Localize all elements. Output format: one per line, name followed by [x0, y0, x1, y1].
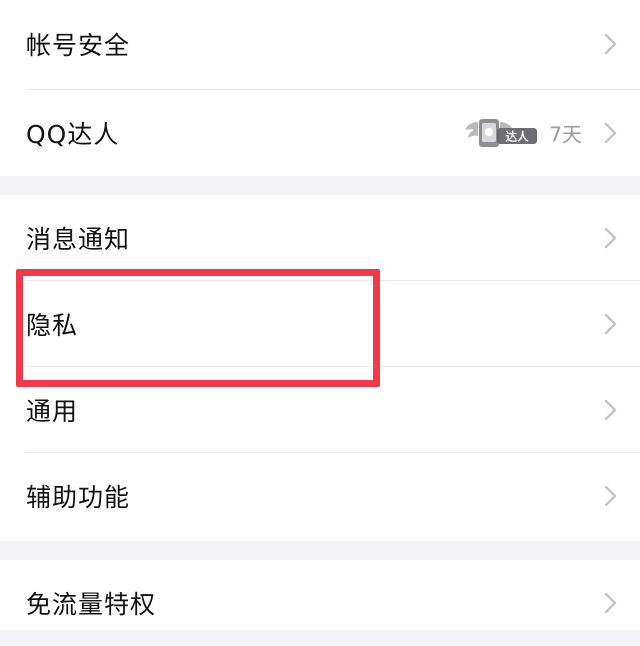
- settings-row-label: 消息通知: [26, 225, 131, 254]
- settings-row-qq-expert[interactable]: QQ达人 达人 7天: [0, 90, 640, 176]
- settings-group-general: 消息通知 隐私 通用 辅助功能: [0, 195, 640, 541]
- settings-row-privacy[interactable]: 隐私: [0, 281, 640, 367]
- settings-row-notifications[interactable]: 消息通知: [0, 195, 640, 281]
- settings-group-data: 免流量特权: [0, 560, 640, 630]
- settings-row-label: 免流量特权: [26, 590, 157, 619]
- chevron-right-icon: [604, 122, 617, 144]
- chevron-right-icon: [604, 227, 617, 249]
- chevron-right-icon: [604, 485, 617, 507]
- chevron-right-icon: [604, 592, 617, 614]
- settings-row-general[interactable]: 通用: [0, 367, 640, 453]
- settings-row-label: 隐私: [26, 311, 79, 340]
- settings-group-account: 帐号安全 QQ达人 达人 7天: [0, 0, 640, 176]
- settings-row-label: 帐号安全: [26, 31, 131, 60]
- settings-row-label: 辅助功能: [26, 483, 131, 512]
- qq-expert-badge-label: 达人: [506, 130, 529, 144]
- settings-row-label: QQ达人: [26, 120, 120, 149]
- settings-row-free-data[interactable]: 免流量特权: [0, 560, 640, 646]
- chevron-right-icon: [604, 33, 617, 55]
- settings-row-label: 通用: [26, 397, 79, 426]
- chevron-right-icon: [604, 313, 617, 335]
- settings-row-accessibility[interactable]: 辅助功能: [0, 453, 640, 539]
- qq-expert-days: 7天: [549, 122, 582, 147]
- settings-row-account-security[interactable]: 帐号安全: [0, 0, 640, 90]
- chevron-right-icon: [604, 399, 617, 421]
- qq-expert-badge-icon: 达人: [465, 119, 537, 147]
